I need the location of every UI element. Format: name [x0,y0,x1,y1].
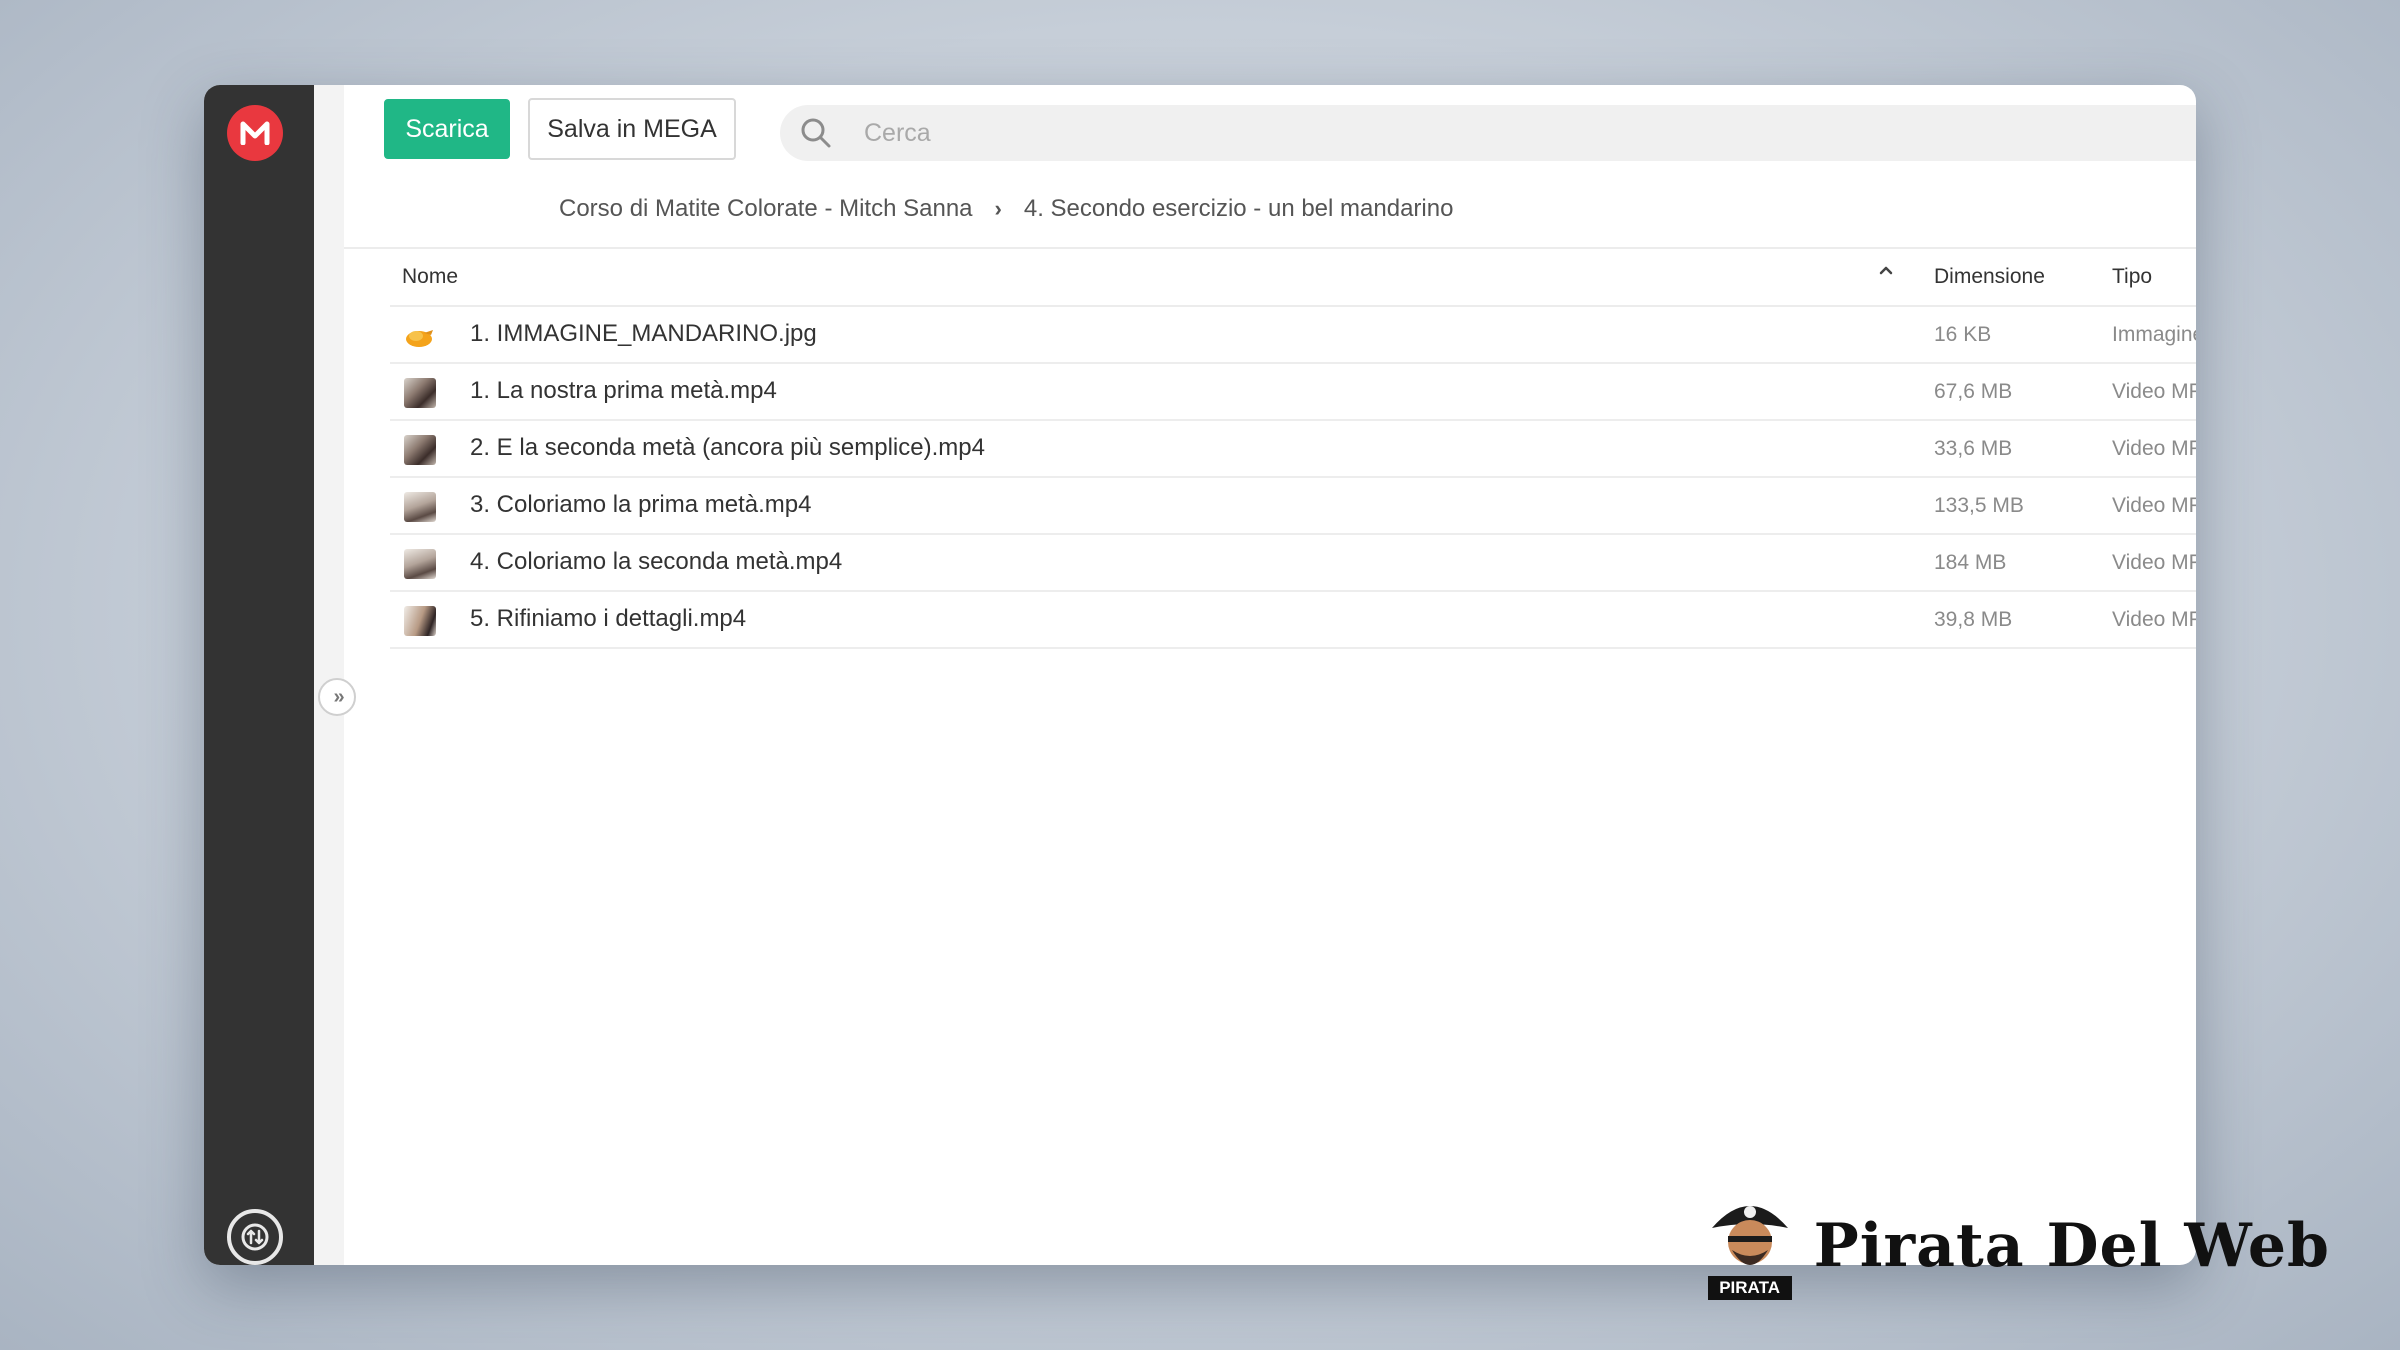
file-size: 16 KB [1934,323,1992,346]
file-name[interactable]: 1. IMMAGINE_MANDARINO.jpg [470,320,817,348]
file-name[interactable]: 2. E la seconda metà (ancora più semplic… [470,434,985,462]
chevron-right-icon: › [994,196,1002,221]
file-name[interactable]: 3. Coloriamo la prima metà.mp4 [470,491,811,519]
table-row[interactable]: 4. Coloriamo la seconda metà.mp4 184 MB … [390,535,2196,592]
table-row[interactable]: 3. Coloriamo la prima metà.mp4 133,5 MB … [390,478,2196,535]
sidebar [204,85,314,1265]
table-header: Nome Dimensione Tipo [390,249,2196,307]
search-input[interactable]: Cerca [864,119,931,148]
file-size: 39,8 MB [1934,608,2013,631]
transfer-sync-icon[interactable] [227,1209,283,1265]
pirate-logo-icon: PIRATA [1702,1190,1798,1302]
file-type: Video MPEG- [2112,551,2196,574]
video-thumbnail-icon [404,378,436,408]
video-thumbnail-icon [404,549,436,579]
file-type: Video MPEG- [2112,608,2196,631]
search-icon [801,118,831,148]
file-type: Immagine JPE [2112,323,2196,346]
search-bar[interactable]: Cerca [780,105,2196,161]
file-type: Video MPEG- [2112,380,2196,403]
file-size: 67,6 MB [1934,380,2013,403]
video-thumbnail-icon [404,492,436,522]
watermark: PIRATA Pirata Del Web [1702,1190,2330,1302]
file-type: Video MPEG- [2112,494,2196,517]
watermark-badge-label: PIRATA [1707,1276,1792,1300]
file-size: 33,6 MB [1934,437,2013,460]
video-thumbnail-icon [404,606,436,636]
file-size: 133,5 MB [1934,494,2024,517]
download-button[interactable]: Scarica [384,99,510,159]
mega-window: » Scarica Salva in MEGA Cerca Corso di M… [204,85,2196,1265]
breadcrumb-item-course[interactable]: Corso di Matite Colorate - Mitch Sanna [559,195,973,223]
file-type: Video MPEG- [2112,437,2196,460]
table-row[interactable]: 5. Rifiniamo i dettagli.mp4 39,8 MB Vide… [390,592,2196,649]
mega-logo-icon[interactable] [227,105,283,161]
sidebar-gutter [314,85,344,1265]
file-name[interactable]: 1. La nostra prima metà.mp4 [470,377,777,405]
breadcrumb-item-current[interactable]: 4. Secondo esercizio - un bel mandarino [1024,195,1454,223]
table-row[interactable]: 2. E la seconda metà (ancora più semplic… [390,421,2196,478]
file-name[interactable]: 4. Coloriamo la seconda metà.mp4 [470,548,842,576]
sort-ascending-icon[interactable] [1878,261,1894,282]
watermark-text: Pirata Del Web [1813,1211,2330,1281]
main-content: Scarica Salva in MEGA Cerca Corso di Mat… [344,85,2196,1265]
file-name[interactable]: 5. Rifiniamo i dettagli.mp4 [470,605,746,633]
video-thumbnail-icon [404,435,436,465]
column-header-name[interactable]: Nome [402,265,458,289]
column-header-type[interactable]: Tipo [2112,265,2152,289]
file-size: 184 MB [1934,551,2007,574]
column-header-size[interactable]: Dimensione [1934,265,2045,289]
table-row[interactable]: 1. La nostra prima metà.mp4 67,6 MB Vide… [390,364,2196,421]
image-thumbnail-icon [404,321,436,351]
breadcrumb: Corso di Matite Colorate - Mitch Sanna ›… [559,189,1453,229]
file-table: Nome Dimensione Tipo 1. IMMAGINE_MANDARI… [390,249,2196,649]
table-row[interactable]: 1. IMMAGINE_MANDARINO.jpg 16 KB Immagine… [390,307,2196,364]
save-in-mega-button[interactable]: Salva in MEGA [528,98,736,160]
